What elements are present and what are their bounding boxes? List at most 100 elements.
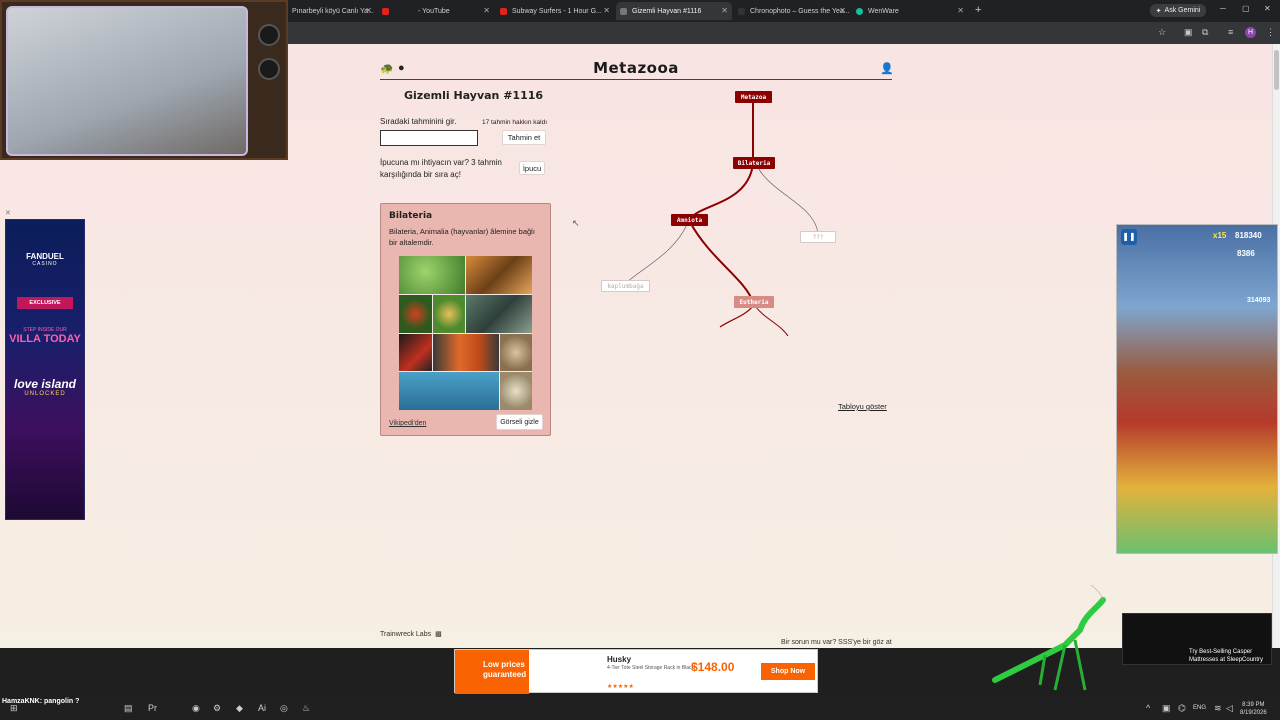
ad-price: $148.00 xyxy=(691,660,735,674)
tab-label: Chronophoto – Guess the Yea... xyxy=(750,7,850,15)
windows-start-icon[interactable]: ⊞ xyxy=(10,703,18,714)
bookmark-star-icon[interactable]: ☆ xyxy=(1158,27,1166,38)
hint-text: İpucuna mı ihtiyacın var? 3 tahmin karşı… xyxy=(380,158,502,179)
volume-icon[interactable]: ◁ xyxy=(1226,703,1233,714)
tab-pinarbeyli[interactable]: Pınarbeyli köyü Canlı Ya... ✕ xyxy=(288,2,376,20)
site-icon xyxy=(620,7,627,15)
card-description: Bilateria, Animalia (hayvanlar) âlemine … xyxy=(389,227,535,247)
new-tab-button[interactable]: + xyxy=(975,4,981,16)
footer-credit: Trainwreck Labs ▩ xyxy=(380,630,442,639)
tree-node-unknown[interactable]: ??? xyxy=(800,231,836,243)
sparkle-icon: ✦ xyxy=(1155,7,1162,15)
steam-icon[interactable]: ♨ xyxy=(302,703,310,714)
youtube-icon xyxy=(500,7,507,15)
show-table-link[interactable]: Tabloyu göster xyxy=(838,402,887,411)
close-icon[interactable]: ✕ xyxy=(365,6,372,15)
ad-brand: FANDUEL xyxy=(26,252,64,261)
tray-chevron-icon[interactable]: ^ xyxy=(1146,703,1150,713)
hint-button[interactable]: İpucu xyxy=(519,161,545,175)
windows-taskbar: HamzaKNK: pangolin ? ⊞ ▤ Pr ◉ ⚙ ◆ Ai ◎ ♨… xyxy=(0,698,1280,720)
puzzle-title: Gizemli Hayvan #1116 xyxy=(404,89,544,102)
close-icon[interactable]: ✕ xyxy=(839,6,846,15)
mattress-ad-banner[interactable]: Try Best-Selling Casper Mattresses at Sl… xyxy=(1122,613,1272,665)
extension-icon[interactable]: ▣ xyxy=(1184,27,1193,38)
tab-wenware[interactable]: WenWare ✕ xyxy=(852,2,968,20)
home-depot-ad-banner[interactable]: Low prices guaranteed Husky 4-Tier Tote … xyxy=(454,649,818,694)
shop-now-button[interactable]: Shop Now xyxy=(761,663,815,680)
praying-mantis-sticker xyxy=(992,585,1106,691)
tab-subway-surfers[interactable]: Subway Surfers - 1 Hour G... ✕ xyxy=(496,2,614,20)
edge-eutheria-b xyxy=(754,305,789,337)
animal-collage-image xyxy=(399,256,532,410)
casino-ad-banner[interactable]: FANDUEL CASINO EXCLUSIVE STEP INSIDE OUR… xyxy=(5,219,85,520)
taxonomy-tree xyxy=(624,98,819,337)
guess-button[interactable]: Tahmin et xyxy=(502,130,546,145)
file-explorer-icon[interactable]: ▤ xyxy=(124,703,133,714)
menu-list-icon[interactable]: ≡ xyxy=(1228,27,1233,37)
subway-surfers-overlay: ❚❚ x15 818340 8386 314093 xyxy=(1116,224,1278,554)
ad-product-description: 4-Tier Tote Steel Storage Rack in Black xyxy=(607,665,694,671)
close-icon[interactable]: ✕ xyxy=(721,6,728,15)
ask-gemini-label: Ask Gemini xyxy=(1164,7,1201,14)
illustrator-icon[interactable]: Ai xyxy=(258,703,266,713)
ad-close-icon[interactable]: ✕ xyxy=(5,209,11,217)
tab-chronophoto[interactable]: Chronophoto – Guess the Yea... ✕ xyxy=(734,2,850,20)
tiger-photo xyxy=(466,256,532,294)
keyboard-language[interactable]: ENG xyxy=(1193,705,1206,711)
guess-label: Sıradaki tahminini gir. xyxy=(380,117,457,126)
game-high-score: 314093 xyxy=(1247,297,1271,304)
wifi-icon[interactable]: ≋ xyxy=(1214,703,1222,714)
minimize-icon[interactable]: ─ xyxy=(1220,4,1226,13)
ad-line4: UNLOCKED xyxy=(24,391,66,397)
premiere-icon[interactable]: Pr xyxy=(148,703,157,713)
ad-exclusive-badge: EXCLUSIVE xyxy=(17,297,73,309)
game-coins: 8386 xyxy=(1237,249,1255,258)
profile-avatar[interactable]: H xyxy=(1245,27,1256,38)
puzzle-icon[interactable]: ⧉ xyxy=(1202,27,1208,38)
ad-sub: CASINO xyxy=(32,261,58,267)
rating-stars-icon: ★★★★★ xyxy=(607,684,634,690)
close-window-icon[interactable]: ✕ xyxy=(1264,4,1271,13)
close-icon[interactable]: ✕ xyxy=(957,6,964,15)
hide-image-button[interactable]: Görseli gizle xyxy=(496,414,543,430)
tv-knob-icon xyxy=(258,24,280,46)
faq-link[interactable]: Bir sorun mu var? SSS'ye bir göz at xyxy=(781,639,892,646)
game-multiplier: x15 xyxy=(1213,231,1227,240)
tree-node-bilateria[interactable]: Bilateria xyxy=(733,157,775,169)
tree-node-eutheria[interactable]: Eutheria xyxy=(734,296,774,308)
maximize-icon[interactable]: ▢ xyxy=(1242,4,1250,13)
ad-line2: VILLA TODAY xyxy=(9,333,81,345)
discord-icon[interactable]: ▩ xyxy=(435,630,442,638)
tab-youtube[interactable]: - YouTube ✕ xyxy=(378,2,494,20)
user-icon[interactable]: 👤 xyxy=(880,62,894,75)
edge-amniota-eutheria xyxy=(689,221,754,303)
close-icon[interactable]: ✕ xyxy=(483,6,490,15)
tray-app-icon[interactable]: ▣ xyxy=(1162,703,1171,714)
chrome-icon[interactable]: ◎ xyxy=(280,703,288,714)
vscode-icon[interactable]: ◆ xyxy=(236,703,243,714)
ad-line3: love island xyxy=(13,377,77,391)
kebab-menu-icon[interactable]: ⋮ xyxy=(1266,27,1275,38)
tv-knob-icon xyxy=(258,58,280,80)
ask-gemini-button[interactable]: ✦ Ask Gemini xyxy=(1150,4,1206,17)
close-icon[interactable]: ✕ xyxy=(603,6,610,15)
tree-node-metazoa[interactable]: Metazoa xyxy=(735,91,772,103)
tree-node-amniota[interactable]: Amniota xyxy=(671,214,708,226)
tab-metazooa[interactable]: Gizemli Hayvan #1116 ✕ xyxy=(616,2,732,20)
settings-gear-icon[interactable]: ⚙ xyxy=(213,703,221,714)
turtle-photo xyxy=(466,294,532,333)
site-title: Metazooa xyxy=(593,59,679,77)
clock[interactable]: 8:39 PM 8/19/2026 xyxy=(1240,701,1267,717)
pause-icon[interactable]: ❚❚ xyxy=(1121,229,1137,245)
network-icon[interactable]: ⌬ xyxy=(1178,703,1186,714)
site-icon xyxy=(738,7,745,15)
frog-photo xyxy=(399,256,465,294)
tree-node-turtle[interactable]: kaplumbağa xyxy=(601,280,650,292)
edge-eutheria-a xyxy=(719,305,754,328)
guess-input[interactable] xyxy=(380,130,478,146)
record-icon[interactable]: ◉ xyxy=(192,703,200,714)
clock-date: 8/19/2026 xyxy=(1240,710,1267,716)
tab-label: Subway Surfers - 1 Hour G... xyxy=(512,7,602,15)
ad-badge: Low prices guaranteed xyxy=(455,650,529,694)
wikipedia-link[interactable]: Vikipedi'den xyxy=(389,420,426,427)
